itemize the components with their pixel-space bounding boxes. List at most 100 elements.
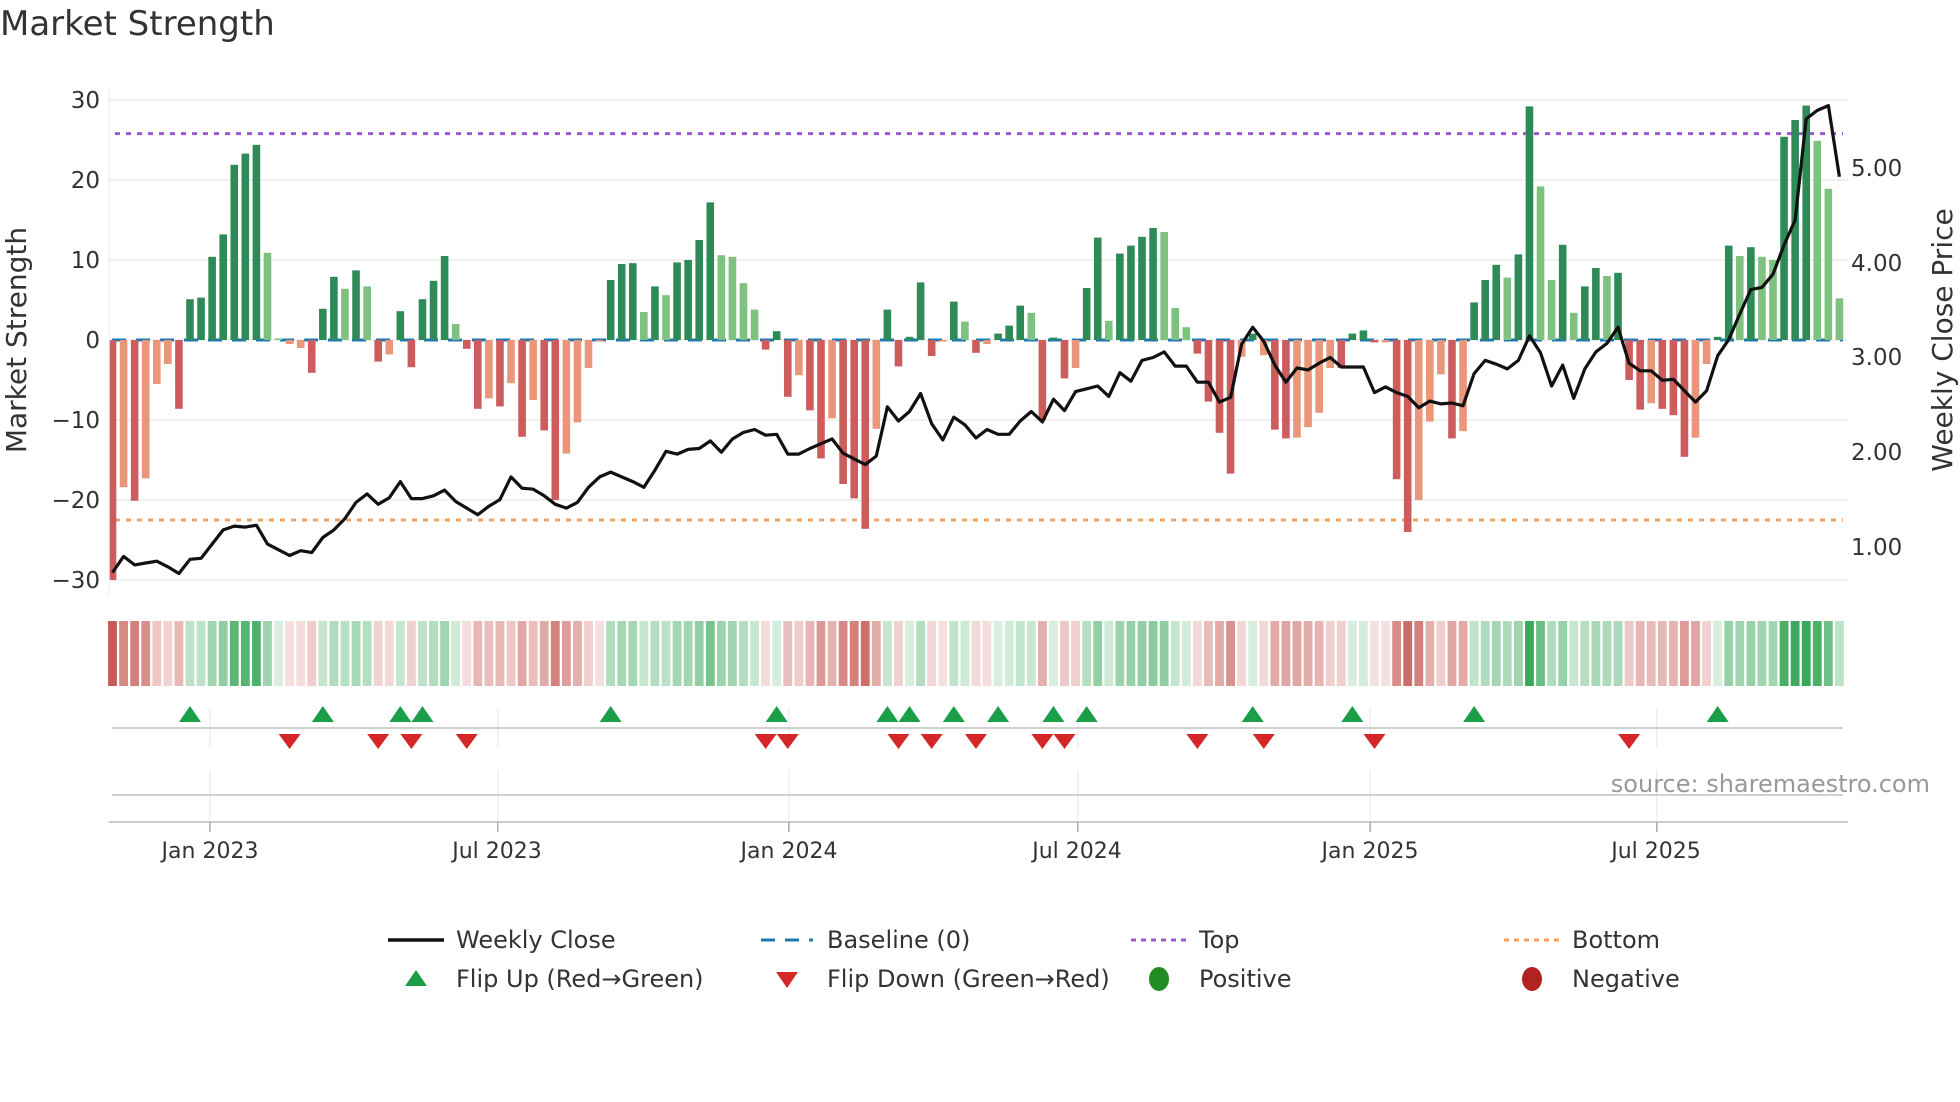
heat-cell — [1547, 621, 1556, 686]
heat-cell — [1613, 621, 1623, 686]
heat-cell — [1735, 621, 1745, 686]
y-axis-label: Market Strength — [0, 227, 33, 453]
heat-cell — [728, 621, 737, 686]
strength-bar — [950, 301, 958, 340]
heat-cell — [196, 621, 206, 686]
strength-bar — [961, 321, 969, 340]
strength-bar — [1005, 325, 1013, 340]
x-tick-label: Jul 2025 — [1609, 839, 1701, 864]
strength-bar — [396, 311, 405, 340]
heat-cell — [451, 621, 461, 686]
strength-bar — [1547, 280, 1556, 340]
strength-bar — [1403, 340, 1412, 532]
heat-cell — [860, 621, 870, 686]
strength-bar — [540, 340, 549, 431]
strength-bar — [507, 340, 515, 384]
strength-bar — [474, 340, 482, 409]
heat-cell — [1835, 621, 1844, 686]
strength-bar — [1459, 340, 1467, 432]
heat-cell — [849, 621, 859, 686]
strength-bar — [772, 331, 781, 340]
heat-cell — [274, 621, 283, 686]
heat-cell — [130, 621, 140, 686]
heat-cell — [1602, 621, 1612, 686]
strength-bar — [839, 340, 847, 484]
x-tick-label: Jul 2023 — [450, 839, 542, 864]
heat-cell — [395, 621, 405, 686]
strength-bar — [1470, 302, 1478, 340]
heat-cell — [694, 621, 704, 686]
heat-cell — [1425, 621, 1435, 686]
heat-cell — [993, 621, 1003, 686]
heat-cell — [595, 621, 604, 686]
heat-cell — [285, 621, 295, 686]
heat-cell — [960, 621, 970, 686]
strength-bar — [1193, 340, 1202, 354]
heat-cell — [761, 621, 771, 686]
heat-cell — [1469, 621, 1479, 686]
strength-bar — [197, 297, 205, 340]
flip-down-marker — [920, 734, 943, 749]
heat-cell — [794, 621, 804, 686]
y-tick-label: 20 — [71, 168, 100, 194]
heat-cell — [1480, 621, 1490, 686]
heat-cell — [1646, 621, 1656, 686]
flip-down-marker — [400, 734, 423, 749]
strength-bar — [440, 256, 449, 340]
strength-bar — [628, 263, 637, 340]
heat-cell — [174, 621, 184, 686]
heat-cell — [573, 621, 582, 686]
strength-bar — [1071, 340, 1080, 368]
strength-bar — [1636, 340, 1644, 410]
dotted-line-swatch-icon — [1504, 925, 1560, 955]
heat-cell — [1746, 621, 1756, 686]
heat-cell — [152, 621, 162, 686]
heat-cell — [1823, 621, 1833, 686]
strength-bar — [1414, 340, 1423, 500]
heat-cell — [1691, 621, 1700, 686]
legend-label: Weekly Close — [456, 926, 616, 954]
strength-bar — [1226, 340, 1235, 474]
heat-cell — [1790, 621, 1800, 686]
strength-bar — [208, 256, 216, 340]
heat-cell — [783, 621, 793, 686]
strength-bar — [1558, 244, 1567, 340]
x-tick-label: Jul 2024 — [1030, 839, 1122, 864]
heat-cell — [606, 621, 616, 686]
heat-cell — [1680, 621, 1689, 686]
strength-bar — [1503, 277, 1512, 340]
strength-bar — [1492, 264, 1501, 340]
strength-bar — [1713, 336, 1722, 340]
strength-bar — [1514, 254, 1523, 340]
heat-cell — [1314, 621, 1324, 686]
strength-bar — [1569, 312, 1578, 340]
heat-cell — [1049, 621, 1058, 686]
heat-cell — [373, 621, 383, 686]
heat-cell — [1137, 621, 1147, 686]
heat-cell — [1082, 621, 1092, 686]
strength-bar — [573, 340, 582, 423]
heat-cell — [1115, 621, 1125, 686]
strength-bar — [1293, 340, 1301, 438]
strength-bar — [274, 338, 283, 340]
y2-tick-label: 2.00 — [1851, 440, 1902, 466]
source-label: source: sharemaestro.com — [1611, 770, 1930, 798]
strength-bar — [662, 295, 670, 340]
heat-cell — [1502, 621, 1512, 686]
heat-cell — [1801, 621, 1811, 686]
strength-bar — [1735, 256, 1744, 340]
heat-cell — [827, 621, 837, 686]
strength-bar — [175, 340, 183, 409]
legend-label: Flip Up (Red→Green) — [456, 965, 704, 993]
strength-bar — [994, 333, 1002, 340]
flip-up-marker — [178, 706, 201, 722]
heat-cell — [119, 621, 128, 686]
axes — [108, 88, 1848, 832]
strength-bar — [606, 280, 615, 340]
heat-cell — [1812, 621, 1822, 686]
strength-bar — [1093, 237, 1102, 340]
heat-cell — [982, 621, 992, 686]
flip-up-marker — [987, 706, 1010, 722]
legend-weekly-close: Weekly Close — [388, 925, 616, 955]
heat-cell — [1204, 621, 1213, 686]
